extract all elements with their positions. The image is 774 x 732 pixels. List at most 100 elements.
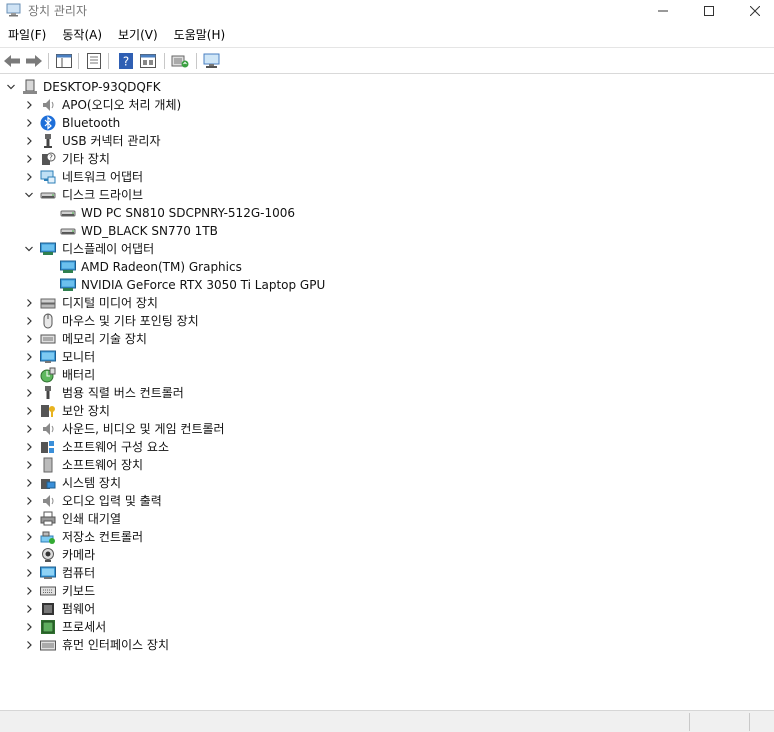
disk-drive-icon (60, 228, 76, 235)
software-device-icon (43, 457, 53, 473)
tree-category-label: 보안 장치 (62, 404, 110, 418)
tree-device-label: AMD Radeon(TM) Graphics (81, 260, 242, 274)
chevron-right-icon[interactable] (24, 118, 34, 128)
disk-drive-icon (60, 210, 76, 217)
help-button[interactable]: ? (116, 52, 136, 70)
chevron-right-icon[interactable] (24, 586, 34, 596)
tree-root-label: DESKTOP-93QDQFK (43, 80, 161, 94)
tree-category-label: 프로세서 (62, 620, 107, 634)
chevron-right-icon[interactable] (24, 352, 34, 362)
software-component-icon (41, 441, 54, 453)
menu-help[interactable]: 도움말(H) (166, 24, 234, 46)
back-icon (4, 55, 20, 67)
tree-category-label: 소프트웨어 장치 (62, 458, 144, 472)
update-driver-button[interactable] (170, 52, 190, 70)
maximize-button[interactable] (686, 0, 732, 22)
chevron-right-icon[interactable] (24, 388, 34, 398)
chevron-right-icon[interactable] (24, 622, 34, 632)
memory-icon (40, 334, 56, 344)
chevron-right-icon[interactable] (24, 424, 34, 434)
window-title: 장치 관리자 (28, 4, 88, 18)
chevron-down-icon[interactable] (24, 244, 34, 254)
toolbar: ? (0, 47, 774, 74)
chevron-right-icon[interactable] (24, 316, 34, 326)
show-hide-tree-button[interactable] (54, 52, 74, 70)
speaker-icon (43, 423, 54, 435)
menu-bar: 파일(F) 동작(A) 보기(V) 도움말(H) (0, 24, 774, 46)
chevron-right-icon[interactable] (24, 154, 34, 164)
system-device-icon (41, 479, 56, 489)
security-key-icon (41, 405, 55, 417)
properties-button[interactable] (84, 52, 104, 70)
chevron-right-icon[interactable] (24, 604, 34, 614)
status-cell-main (0, 713, 690, 731)
tree-device-label: WD PC SN810 SDCPNRY-512G-1006 (81, 206, 295, 220)
chevron-down-icon[interactable] (24, 190, 34, 200)
tree-category-label: 오디오 입력 및 출력 (62, 494, 162, 508)
back-button[interactable] (2, 52, 22, 70)
tree-category-label: 범용 직렬 버스 컨트롤러 (62, 386, 184, 400)
usb-connector-icon (44, 134, 52, 148)
chevron-right-icon[interactable] (24, 496, 34, 506)
menu-action[interactable]: 동작(A) (54, 24, 110, 46)
chevron-right-icon[interactable] (24, 406, 34, 416)
chevron-right-icon[interactable] (24, 136, 34, 146)
forward-button[interactable] (24, 52, 44, 70)
tree-category-label: 기타 장치 (62, 152, 110, 166)
tree-category-label: 휴먼 인터페이스 장치 (62, 638, 169, 652)
tree-category-label: 인쇄 대기열 (62, 512, 122, 526)
tree-category-label: 디스플레이 어댑터 (62, 242, 155, 256)
tree-category-label: 소프트웨어 구성 요소 (62, 440, 169, 454)
close-button[interactable] (732, 0, 774, 22)
tree-category-label: 네트워크 어댑터 (62, 170, 144, 184)
tree-category-label: 컴퓨터 (62, 566, 96, 580)
tree-category-label: 사운드, 비디오 및 게임 컨트롤러 (62, 422, 225, 436)
update-driver-icon (171, 55, 189, 68)
hid-icon (40, 640, 56, 651)
display-adapter-icon (60, 278, 76, 291)
chevron-right-icon[interactable] (24, 298, 34, 308)
help-icon: ? (119, 53, 133, 69)
scan-hardware-icon (203, 53, 220, 68)
chevron-right-icon[interactable] (24, 640, 34, 650)
usb-icon (45, 386, 51, 399)
tree-category-label: 마우스 및 기타 포인팅 장치 (62, 314, 199, 328)
chevron-right-icon[interactable] (24, 460, 34, 470)
menu-file[interactable]: 파일(F) (0, 24, 54, 46)
chevron-right-icon[interactable] (24, 172, 34, 182)
display-adapter-icon (40, 242, 56, 255)
chevron-right-icon[interactable] (24, 334, 34, 344)
chevron-right-icon[interactable] (24, 550, 34, 560)
minimize-button[interactable] (640, 0, 686, 22)
tree-category-label: 메모리 기술 장치 (62, 332, 147, 346)
chevron-right-icon[interactable] (24, 532, 34, 542)
chevron-right-icon[interactable] (24, 514, 34, 524)
tree-category-label: 모니터 (62, 350, 96, 364)
status-bar (0, 710, 774, 732)
view-button[interactable] (138, 52, 158, 70)
device-tree: DESKTOP-93QDQFK APO(오디오 처리 개체) Bluetooth U… (0, 75, 774, 709)
view-icon (140, 54, 156, 68)
menu-view[interactable]: 보기(V) (110, 24, 166, 46)
title-bar: 장치 관리자 (0, 0, 774, 22)
status-cell-secondary (690, 713, 750, 731)
tree-category-label: 배터리 (62, 368, 96, 382)
bluetooth-icon (40, 115, 56, 131)
chevron-right-icon[interactable] (24, 478, 34, 488)
scan-hardware-button[interactable] (202, 52, 222, 70)
chevron-right-icon[interactable] (24, 442, 34, 452)
chevron-right-icon[interactable] (24, 100, 34, 110)
speaker-icon (43, 99, 54, 111)
chevron-down-icon[interactable] (6, 82, 16, 92)
chevron-right-icon[interactable] (24, 370, 34, 380)
tree-category-label: 저장소 컨트롤러 (62, 530, 144, 544)
tree-device-label: NVIDIA GeForce RTX 3050 Ti Laptop GPU (81, 278, 326, 292)
maximize-icon (704, 6, 714, 16)
device-manager-icon (6, 3, 21, 17)
tree-category-label: 카메라 (62, 548, 96, 562)
properties-icon (87, 53, 101, 69)
processor-icon (41, 620, 55, 634)
chevron-right-icon[interactable] (24, 568, 34, 578)
storage-controller-icon (40, 531, 55, 544)
speaker-icon (43, 495, 54, 507)
